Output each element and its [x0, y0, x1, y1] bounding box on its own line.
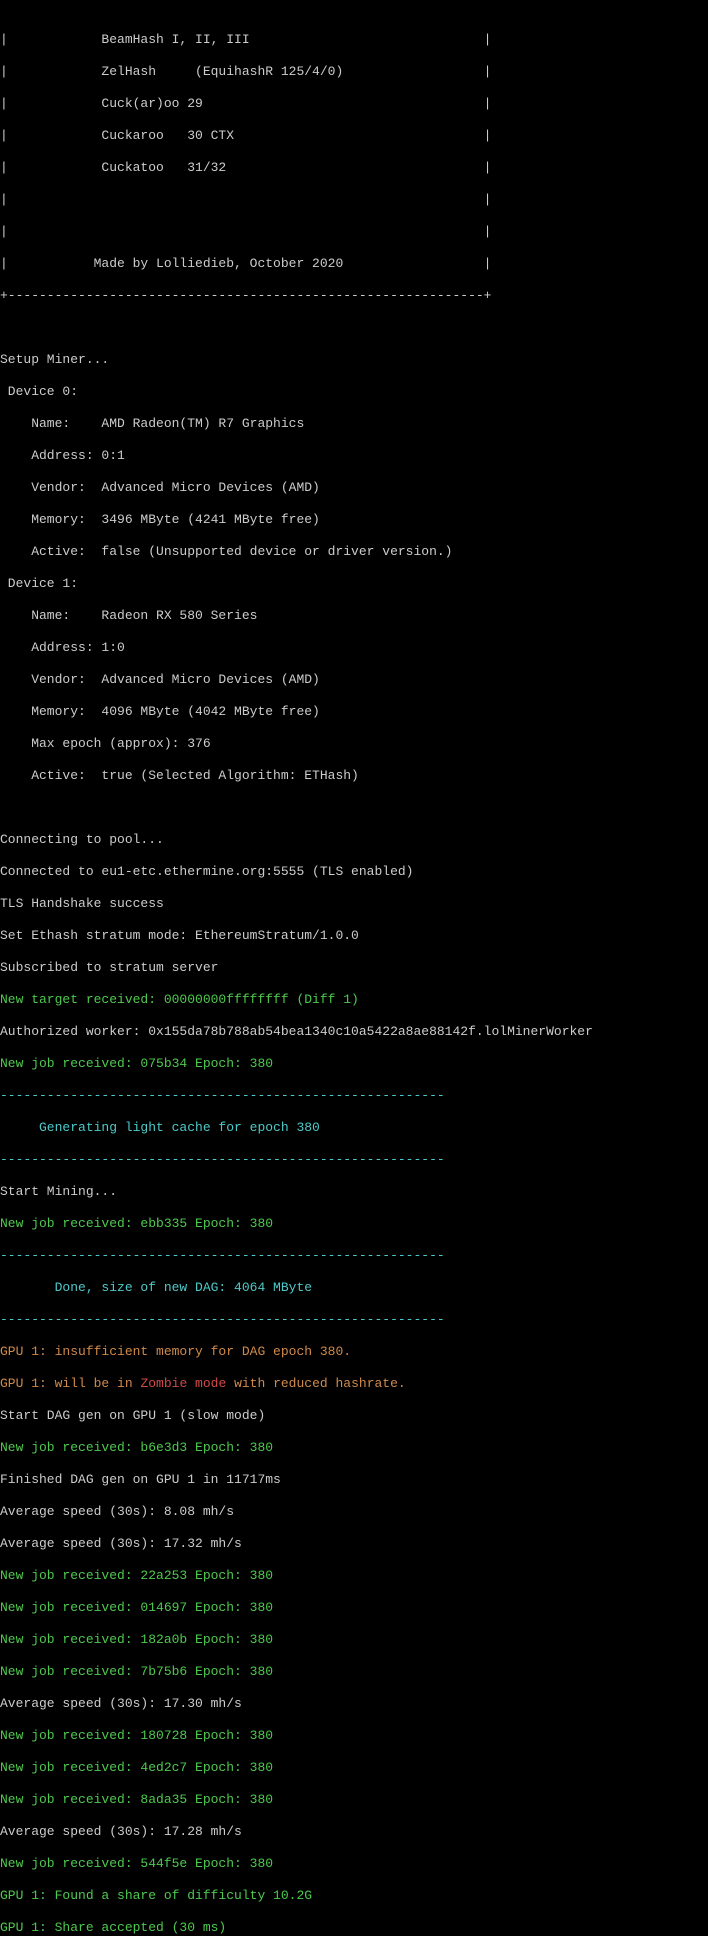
pool-connected: Connected to eu1-etc.ethermine.org:5555 … — [0, 864, 708, 880]
zombie-label: Zombie mode — [140, 1376, 226, 1391]
new-job: New job received: 075b34 Epoch: 380 — [0, 1056, 708, 1072]
separator: ----------------------------------------… — [0, 1312, 708, 1328]
banner-line: | ZelHash (EquihashR 125/4/0) | — [0, 64, 708, 80]
start-mining: Start Mining... — [0, 1184, 708, 1200]
gpu-zombie-mode: GPU 1: will be in Zombie mode with reduc… — [0, 1376, 708, 1392]
device0-vendor: Vendor: Advanced Micro Devices (AMD) — [0, 480, 708, 496]
device1-title: Device 1: — [0, 576, 708, 592]
device1-address: Address: 1:0 — [0, 640, 708, 656]
new-job: New job received: 182a0b Epoch: 380 — [0, 1632, 708, 1648]
new-job: New job received: 4ed2c7 Epoch: 380 — [0, 1760, 708, 1776]
stratum-mode: Set Ethash stratum mode: EthereumStratum… — [0, 928, 708, 944]
dag-gen-finished: Finished DAG gen on GPU 1 in 11717ms — [0, 1472, 708, 1488]
new-job: New job received: 8ada35 Epoch: 380 — [0, 1792, 708, 1808]
banner-line: | | — [0, 224, 708, 240]
banner-line: | Cuckaroo 30 CTX | — [0, 128, 708, 144]
device0-address: Address: 0:1 — [0, 448, 708, 464]
zombie-pre: GPU 1: will be in — [0, 1376, 140, 1391]
device0-memory: Memory: 3496 MByte (4241 MByte free) — [0, 512, 708, 528]
new-job: New job received: ebb335 Epoch: 380 — [0, 1216, 708, 1232]
zombie-post: with reduced hashrate. — [226, 1376, 405, 1391]
authorized-worker: Authorized worker: 0x155da78b788ab54bea1… — [0, 1024, 708, 1040]
setup-header: Setup Miner... — [0, 352, 708, 368]
avg-speed: Average speed (30s): 17.30 mh/s — [0, 1696, 708, 1712]
stratum-subscribed: Subscribed to stratum server — [0, 960, 708, 976]
device0-name: Name: AMD Radeon(TM) R7 Graphics — [0, 416, 708, 432]
dag-gen-start: Start DAG gen on GPU 1 (slow mode) — [0, 1408, 708, 1424]
device0-active: Active: false (Unsupported device or dri… — [0, 544, 708, 560]
device1-name: Name: Radeon RX 580 Series — [0, 608, 708, 624]
new-job: New job received: 7b75b6 Epoch: 380 — [0, 1664, 708, 1680]
tls-handshake: TLS Handshake success — [0, 896, 708, 912]
avg-speed: Average speed (30s): 17.28 mh/s — [0, 1824, 708, 1840]
device0-title: Device 0: — [0, 384, 708, 400]
new-job: New job received: 014697 Epoch: 380 — [0, 1600, 708, 1616]
banner-line: +---------------------------------------… — [0, 288, 708, 304]
new-target: New target received: 00000000ffffffff (D… — [0, 992, 708, 1008]
separator: ----------------------------------------… — [0, 1248, 708, 1264]
new-job: New job received: b6e3d3 Epoch: 380 — [0, 1440, 708, 1456]
avg-speed: Average speed (30s): 8.08 mh/s — [0, 1504, 708, 1520]
share-accepted: GPU 1: Share accepted (30 ms) — [0, 1920, 708, 1936]
gpu-insufficient-memory: GPU 1: insufficient memory for DAG epoch… — [0, 1344, 708, 1360]
banner-line: | | — [0, 192, 708, 208]
avg-speed: Average speed (30s): 17.32 mh/s — [0, 1536, 708, 1552]
dag-done: Done, size of new DAG: 4064 MByte — [0, 1280, 708, 1296]
separator: ----------------------------------------… — [0, 1152, 708, 1168]
pool-connecting: Connecting to pool... — [0, 832, 708, 848]
new-job: New job received: 544f5e Epoch: 380 — [0, 1856, 708, 1872]
device1-active: Active: true (Selected Algorithm: ETHash… — [0, 768, 708, 784]
separator: ----------------------------------------… — [0, 1088, 708, 1104]
banner-line: | Cuckatoo 31/32 | — [0, 160, 708, 176]
banner-line: | Cuck(ar)oo 29 | — [0, 96, 708, 112]
new-job: New job received: 180728 Epoch: 380 — [0, 1728, 708, 1744]
device1-vendor: Vendor: Advanced Micro Devices (AMD) — [0, 672, 708, 688]
device1-maxepoch: Max epoch (approx): 376 — [0, 736, 708, 752]
light-cache-generating: Generating light cache for epoch 380 — [0, 1120, 708, 1136]
banner-line: | Made by Lolliedieb, October 2020 | — [0, 256, 708, 272]
share-found: GPU 1: Found a share of difficulty 10.2G — [0, 1888, 708, 1904]
new-job: New job received: 22a253 Epoch: 380 — [0, 1568, 708, 1584]
device1-memory: Memory: 4096 MByte (4042 MByte free) — [0, 704, 708, 720]
banner-line: | BeamHash I, II, III | — [0, 32, 708, 48]
